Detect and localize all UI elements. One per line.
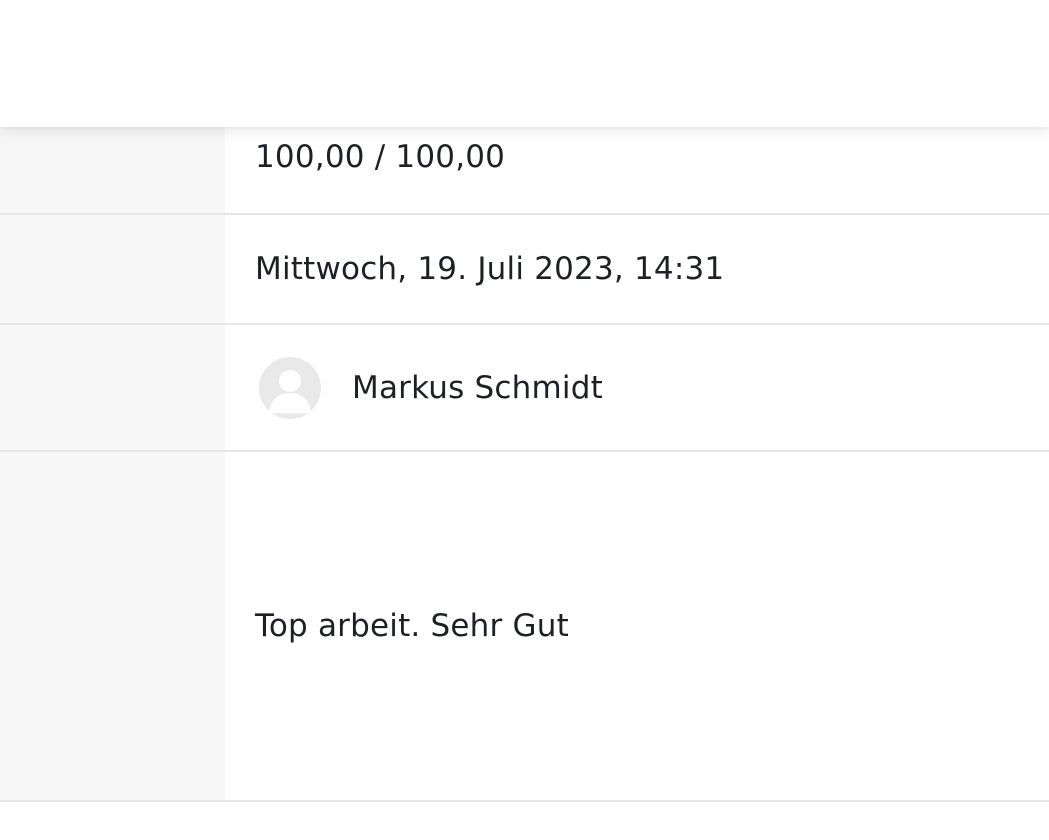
feedback-label-cell xyxy=(0,452,225,800)
feedback-row: Top arbeit. Sehr Gut xyxy=(0,452,1049,802)
graded-on-label-cell xyxy=(0,215,225,323)
grader-label-cell xyxy=(0,325,225,450)
grader-value: Markus Schmidt xyxy=(225,325,1049,450)
top-header xyxy=(0,0,1049,127)
page: 100,00 / 100,00 Mittwoch, 19. Juli 2023,… xyxy=(0,0,1049,840)
grade-label-cell xyxy=(0,127,225,213)
default-user-avatar-icon[interactable] xyxy=(259,356,321,419)
grade-value: 100,00 / 100,00 xyxy=(225,127,1049,213)
graded-on-row: Mittwoch, 19. Juli 2023, 14:31 xyxy=(0,215,1049,325)
feedback-comment: Top arbeit. Sehr Gut xyxy=(225,452,1049,800)
grader-row: Markus Schmidt xyxy=(0,325,1049,452)
grader-name-link[interactable]: Markus Schmidt xyxy=(352,370,603,406)
grade-row: 100,00 / 100,00 xyxy=(0,127,1049,215)
grade-summary-table: 100,00 / 100,00 Mittwoch, 19. Juli 2023,… xyxy=(0,127,1049,802)
graded-on-value: Mittwoch, 19. Juli 2023, 14:31 xyxy=(225,215,1049,323)
